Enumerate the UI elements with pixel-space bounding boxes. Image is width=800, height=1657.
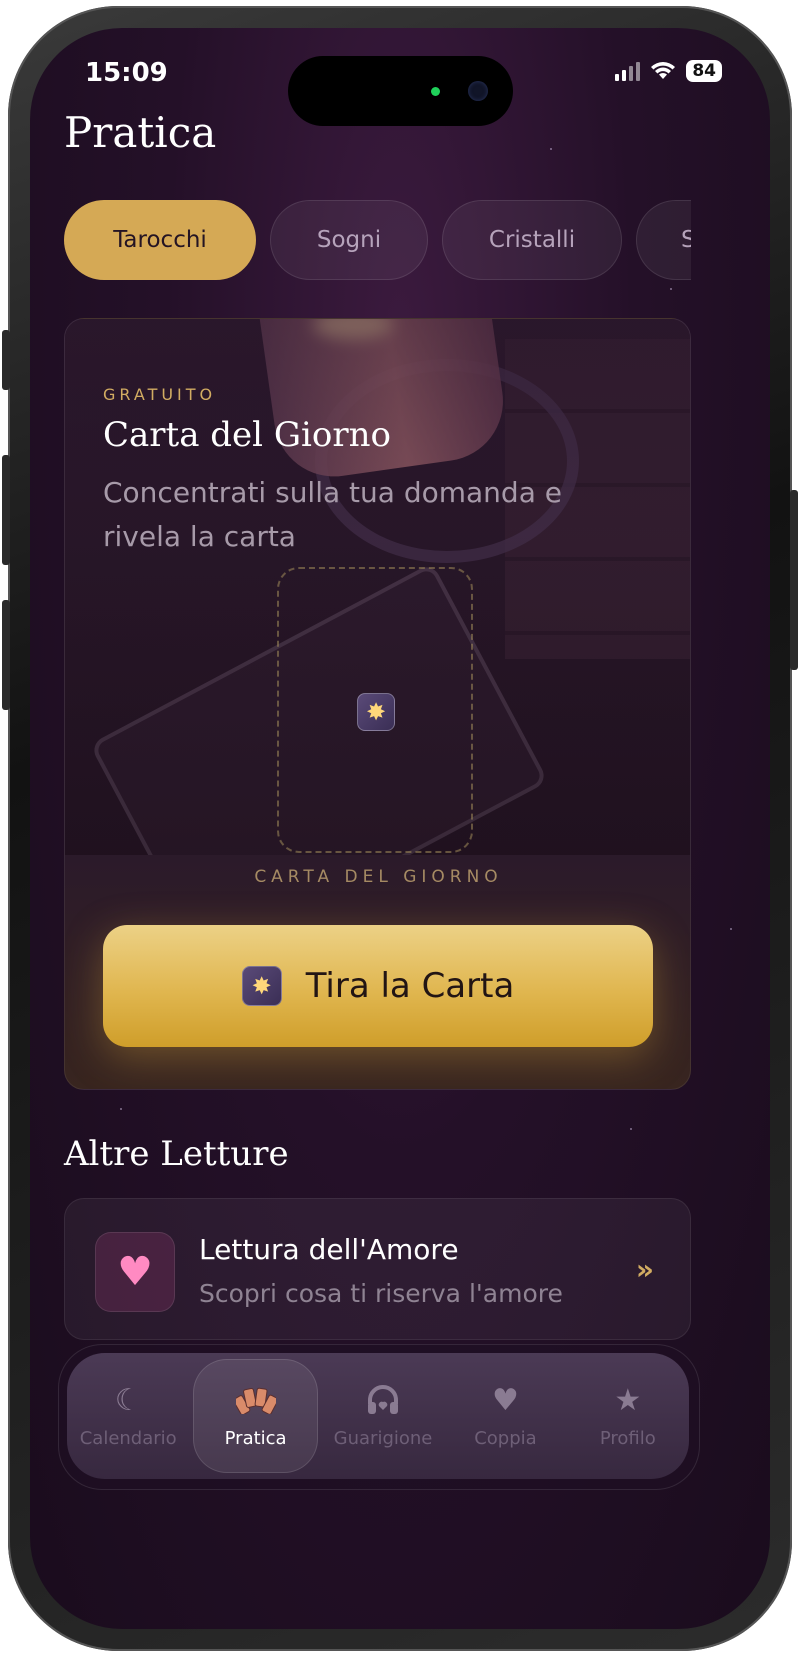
front-camera-icon (468, 81, 488, 101)
page-title: Pratica (64, 108, 217, 157)
tab-cristalli[interactable]: Cristalli (442, 200, 622, 280)
nav-label: Coppia (474, 1427, 537, 1449)
screen: 15:09 84 Pratica Tarocchi Sogni Cristall… (30, 28, 770, 1629)
camera-indicator-icon (431, 87, 440, 96)
card-title: Carta del Giorno (103, 415, 391, 455)
volume-up-button (2, 455, 10, 565)
card-subtitle: Concentrati sulla tua domanda e rivela l… (103, 476, 562, 553)
reading-subtitle: Scopri cosa ti riserva l'amore (199, 1279, 563, 1308)
bottom-nav: ☾ Calendario Pratica Guarigione ♥ Coppia… (58, 1344, 700, 1490)
draw-card-button[interactable]: ✸ Tira la Carta (103, 925, 653, 1047)
nav-item-coppia[interactable]: ♥ Coppia (444, 1353, 566, 1479)
heart-icon: ♥ (95, 1232, 175, 1312)
tab-partial[interactable]: S (636, 200, 691, 280)
nav-label: Pratica (224, 1427, 287, 1449)
daily-card: GRATUITO Carta del Giorno Concentrati su… (64, 318, 691, 1090)
dynamic-island (288, 56, 513, 126)
category-tabs: Tarocchi Sogni Cristalli S (64, 200, 691, 282)
heart-icon: ♥ (491, 1382, 519, 1418)
sparkle-icon: ✸ (241, 966, 282, 1006)
battery-indicator: 84 (686, 60, 722, 82)
nav-item-pratica[interactable]: Pratica (193, 1359, 318, 1473)
section-title: Altre Letture (64, 1134, 289, 1174)
nav-item-guarigione[interactable]: Guarigione (322, 1353, 444, 1479)
status-time: 15:09 (85, 58, 168, 88)
nav-label: Calendario (79, 1427, 177, 1449)
tarot-fan-icon (232, 1384, 279, 1418)
free-badge: GRATUITO (103, 385, 217, 404)
volume-down-button (2, 600, 10, 710)
nav-item-profilo[interactable]: ★ Profilo (567, 1353, 689, 1479)
action-button (2, 330, 10, 390)
nav-label: Guarigione (333, 1427, 433, 1449)
moon-icon: ☾ (114, 1382, 142, 1418)
star-icon: ★ (614, 1382, 642, 1418)
headphones-icon (366, 1384, 400, 1418)
status-icons: 84 (615, 60, 722, 82)
card-caption: CARTA DEL GIORNO (254, 867, 503, 887)
draw-card-label: Tira la Carta (305, 966, 515, 1006)
sparkle-icon: ✸ (357, 693, 395, 731)
tab-sogni[interactable]: Sogni (270, 200, 428, 280)
power-button (790, 490, 798, 670)
nav-item-calendario[interactable]: ☾ Calendario (67, 1353, 189, 1479)
card-slot[interactable]: ✸ (277, 567, 473, 853)
nav-label: Profilo (599, 1427, 656, 1449)
signal-icon (615, 61, 641, 81)
reading-title: Lettura dell'Amore (199, 1233, 459, 1266)
reading-item-love[interactable]: ♥ Lettura dell'Amore Scopri cosa ti rise… (64, 1198, 691, 1340)
wifi-icon (651, 62, 676, 79)
chevron-right-icon: » (635, 1253, 654, 1286)
tab-tarocchi[interactable]: Tarocchi (64, 200, 256, 280)
